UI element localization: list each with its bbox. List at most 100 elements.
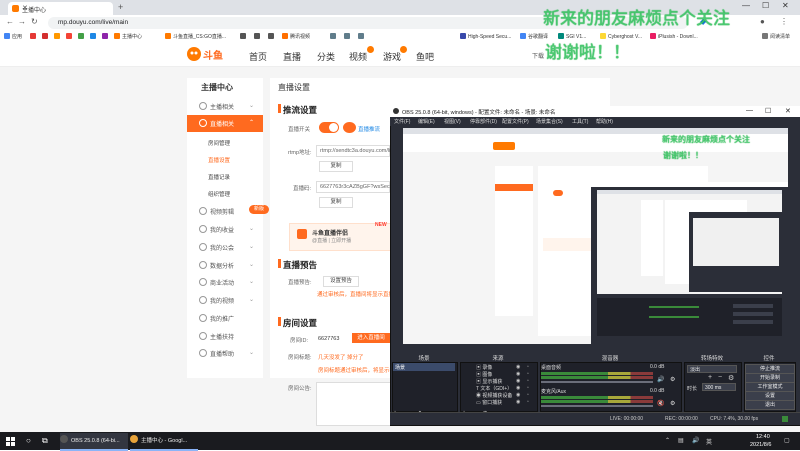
obs-minimize-icon[interactable]: — (746, 107, 753, 114)
source-item[interactable]: ▣ 显示捕获 (476, 378, 502, 385)
taskbar-app-chrome[interactable]: 主播中心 - Googl... (130, 433, 198, 451)
bookmark-icon-item[interactable] (102, 33, 110, 40)
nav-live[interactable]: 直播 (283, 50, 301, 63)
obs-menu-help[interactable]: 帮助(H) (596, 118, 613, 125)
obs-menu-edit[interactable]: 编辑(E) (418, 118, 435, 125)
notification-icon[interactable]: ▢ (784, 437, 790, 444)
enter-room-button[interactable]: 进入直播间 (352, 333, 390, 343)
close-tab-icon[interactable]: ✕ (22, 4, 109, 12)
download-link[interactable]: 下载 (532, 51, 544, 60)
minimize-icon[interactable]: — (742, 1, 750, 10)
sidebar-item-clip[interactable]: 视频剪辑 (199, 207, 234, 216)
douyu-logo[interactable]: 斗鱼 (186, 45, 228, 62)
obs-menu-tools[interactable]: 工具(T) (572, 118, 588, 125)
sidebar-item-anchor[interactable]: 主播相关 ⌄ (199, 102, 254, 111)
transition-gear-icon[interactable]: ⚙ (728, 374, 734, 382)
sidebar-item-help[interactable]: 直播帮助 ⌄ (199, 349, 254, 358)
nav-fishbar[interactable]: 鱼吧 (416, 50, 434, 63)
obs-menu-view[interactable]: 视图(V) (444, 118, 461, 125)
obs-titlebar[interactable]: OBS 25.0.8 (64-bit, windows) - 配置文件: 未命名… (390, 106, 800, 117)
nav-category[interactable]: 分类 (317, 50, 335, 63)
bookmark-icon-item[interactable] (268, 33, 276, 40)
source-item[interactable]: ▣ 图像 (476, 371, 492, 378)
bookmark-douyu-csgo[interactable]: 斗鱼直播_CS:GO直播... (165, 33, 226, 40)
maximize-icon[interactable]: ☐ (762, 1, 769, 10)
bookmark-icon-item[interactable] (30, 33, 38, 40)
new-tab-button[interactable]: + (118, 2, 123, 12)
bookmark-high-speed[interactable]: High-Speed Secu... (460, 33, 511, 40)
sidebar-item-live[interactable]: 直播相关 ⌃ (199, 119, 254, 128)
bookmark-icon-item[interactable] (358, 33, 366, 40)
nav-video[interactable]: 视频 (349, 50, 367, 63)
bookmark-iplusish[interactable]: iPlusish - Downl... (650, 33, 698, 40)
lock-icon[interactable]: ▫ ▫ ▫ ▫ ▫ ▫ (527, 364, 529, 406)
mic-volume-slider[interactable] (541, 405, 653, 407)
network-icon[interactable]: ▤ (678, 437, 684, 444)
source-item[interactable]: ◉ 视频捕获设备 (476, 392, 512, 399)
bookmark-icon-item[interactable] (54, 33, 62, 40)
task-view-icon[interactable]: ⧉ (42, 436, 48, 446)
room-notice-textarea[interactable] (316, 382, 392, 426)
copy-key-button[interactable]: 复制 (319, 197, 353, 208)
volume-icon[interactable]: 🔊 (692, 437, 699, 444)
bookmark-icon-item[interactable] (344, 33, 352, 40)
bookmark-google-translate[interactable]: 谷歌翻译 (520, 33, 548, 40)
desktop-volume-slider[interactable] (541, 381, 653, 383)
live-switch-toggle[interactable] (319, 122, 339, 133)
copy-rtmp-button[interactable]: 复制 (319, 161, 353, 172)
mixer-settings-gear-icon[interactable]: ⚙ (670, 400, 675, 407)
rtmp-field[interactable]: rtmp://sendtc3a.douyu.com/live (316, 145, 396, 157)
obs-close-icon[interactable]: ✕ (785, 107, 791, 115)
bookmark-icon-item[interactable] (66, 33, 74, 40)
windows-start-icon[interactable] (6, 437, 15, 446)
sidebar-item-videos[interactable]: 我的视频 ⌄ (199, 296, 254, 305)
stream-key-field[interactable]: 6627763r3cAZBgGF?wsSecret=... (316, 181, 404, 193)
bookmark-icon-item[interactable] (90, 33, 98, 40)
sidebar-item-business[interactable]: 商业活动 ⌄ (199, 278, 254, 287)
obs-menu-docks[interactable]: 停靠部件(D) (470, 118, 497, 125)
bookmark-icon-item[interactable] (42, 33, 50, 40)
obs-maximize-icon[interactable]: ☐ (765, 107, 771, 115)
search-icon[interactable]: ○ (26, 436, 31, 445)
obs-menu-profile[interactable]: 配置文件(P) (502, 118, 529, 125)
bookmark-icon-item[interactable] (330, 33, 338, 40)
bookmark-icon-item[interactable] (240, 33, 248, 40)
clock-date[interactable]: 2021/8/6 (750, 442, 771, 448)
add-transition-icon[interactable]: + (708, 374, 712, 381)
back-icon[interactable]: ← (6, 17, 14, 26)
sidebar-sub-settings[interactable]: 直播设置 (208, 156, 230, 164)
taskbar-app-obs[interactable]: OBS 25.0.8 (64-bi... (60, 433, 128, 451)
obs-menu-file[interactable]: 文件(F) (394, 118, 410, 125)
mixer-settings-gear-icon[interactable]: ⚙ (670, 376, 675, 383)
speaker-icon[interactable]: 🔊 (657, 376, 664, 383)
obs-menu-scenes[interactable]: 场景集合(S) (536, 118, 563, 125)
sidebar-item-support[interactable]: 主播扶持 (199, 332, 234, 341)
bookmark-apps[interactable]: 应用 (4, 33, 22, 40)
sidebar-item-promo[interactable]: 我的推广 (199, 314, 234, 323)
source-item[interactable]: ▣ 录像 (476, 364, 492, 371)
sidebar-sub-room[interactable]: 房间管理 (208, 139, 230, 147)
menu-kebab-icon[interactable]: ⋮ (780, 17, 788, 26)
sidebar-sub-records[interactable]: 直播记录 (208, 173, 230, 181)
nav-home[interactable]: 首页 (249, 50, 267, 63)
clock-time[interactable]: 12:40 (756, 434, 770, 440)
exit-button[interactable]: 退出 (745, 400, 795, 410)
bookmark-douyu-center[interactable]: 主播中心 (114, 33, 142, 40)
sidebar-item-data[interactable]: 数据分析 ⌄ (199, 261, 254, 270)
set-preview-button[interactable]: 设置预告 (323, 276, 359, 287)
sidebar-item-income[interactable]: 我的收益 ⌄ (199, 225, 254, 234)
nav-games[interactable]: 游戏 (383, 50, 401, 63)
source-item[interactable]: T 文本（GDI+） (476, 385, 512, 392)
bookmark-icon-item[interactable] (78, 33, 86, 40)
source-item[interactable]: ▭ 窗口捕获 (476, 399, 502, 406)
bookmark-reading-list[interactable]: 阅读清单 (762, 33, 790, 40)
ime-icon[interactable]: 英 (706, 437, 712, 446)
bookmark-icon-item[interactable] (254, 33, 262, 40)
transition-select[interactable]: 淡出 (687, 365, 737, 373)
remove-transition-icon[interactable]: − (718, 374, 722, 381)
close-window-icon[interactable]: ✕ (782, 1, 789, 10)
tray-chevron-icon[interactable]: ⌃ (665, 437, 670, 444)
room-title-value[interactable]: 几天没发了 掉分了 (318, 353, 364, 361)
bookmark-tencent-video[interactable]: 腾讯视频 (282, 33, 310, 40)
forward-icon[interactable]: → (18, 17, 26, 26)
